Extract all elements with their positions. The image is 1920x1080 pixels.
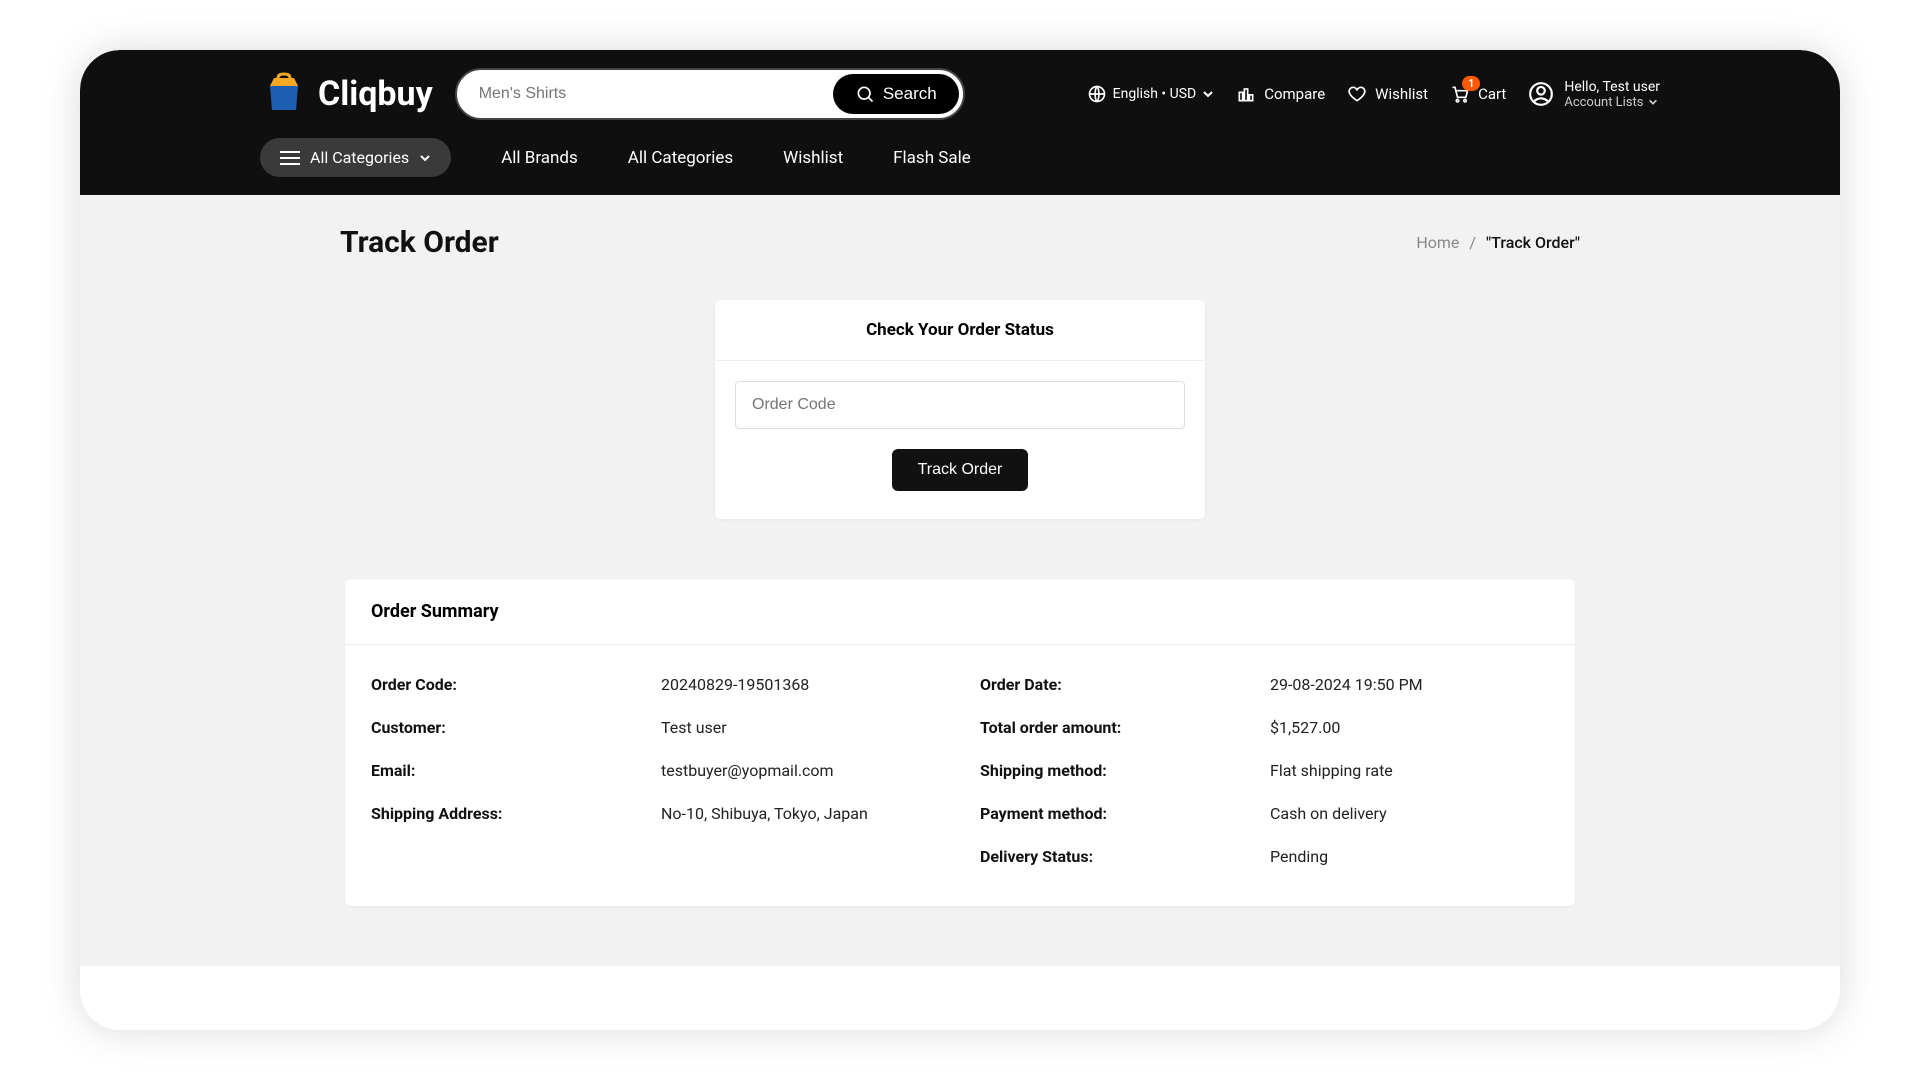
summary-value: testbuyer@yopmail.com [661, 761, 834, 780]
chevron-down-icon [1202, 88, 1214, 100]
summary-left-column: Order Code:20240829-19501368 Customer:Te… [371, 675, 940, 866]
breadcrumb-separator: / [1469, 233, 1476, 252]
heart-icon [1347, 84, 1367, 104]
globe-icon [1087, 84, 1107, 104]
search-icon [855, 84, 875, 104]
summary-label: Total order amount: [980, 718, 1270, 737]
summary-value: Flat shipping rate [1270, 761, 1393, 780]
summary-label: Order Code: [371, 675, 661, 694]
account-menu[interactable]: Hello, Test user Account Lists [1528, 79, 1660, 110]
summary-row: Shipping method:Flat shipping rate [980, 761, 1549, 780]
search-button[interactable]: Search [833, 74, 959, 114]
cart-link[interactable]: 1 Cart [1450, 84, 1506, 104]
summary-label: Customer: [371, 718, 661, 737]
account-sub-label: Account Lists [1564, 95, 1643, 110]
wishlist-label: Wishlist [1375, 85, 1428, 103]
compare-link[interactable]: Compare [1236, 84, 1325, 104]
language-selector[interactable]: English • USD [1087, 84, 1215, 104]
summary-value: Cash on delivery [1270, 804, 1387, 823]
summary-row: Customer:Test user [371, 718, 940, 737]
summary-value: Test user [661, 718, 727, 737]
track-order-button[interactable]: Track Order [892, 449, 1029, 491]
summary-value: $1,527.00 [1270, 718, 1340, 737]
nav-link-categories[interactable]: All Categories [628, 148, 733, 168]
summary-row: Email:testbuyer@yopmail.com [371, 761, 940, 780]
search-button-label: Search [883, 84, 937, 104]
summary-row: Payment method:Cash on delivery [980, 804, 1549, 823]
compare-label: Compare [1264, 85, 1325, 103]
nav-link-wishlist[interactable]: Wishlist [783, 148, 843, 168]
summary-label: Order Date: [980, 675, 1270, 694]
summary-label: Email: [371, 761, 661, 780]
summary-value: 20240829-19501368 [661, 675, 809, 694]
summary-label: Shipping method: [980, 761, 1270, 780]
breadcrumb-home[interactable]: Home [1416, 233, 1459, 252]
user-icon [1528, 81, 1554, 107]
summary-label: Payment method: [980, 804, 1270, 823]
summary-row: Shipping Address:No-10, Shibuya, Tokyo, … [371, 804, 940, 823]
header: Cliqbuy Search English • USD Compare Wis… [80, 50, 1840, 138]
breadcrumb-current: "Track Order" [1486, 233, 1580, 252]
nav-link-brands[interactable]: All Brands [501, 148, 578, 168]
order-summary-title: Order Summary [345, 579, 1575, 645]
nav-link-flashsale[interactable]: Flash Sale [893, 148, 971, 168]
page-title: Track Order [340, 225, 499, 260]
summary-value: No-10, Shibuya, Tokyo, Japan [661, 804, 868, 823]
summary-row: Order Date:29-08-2024 19:50 PM [980, 675, 1549, 694]
all-categories-label: All Categories [310, 148, 409, 167]
chevron-down-icon [419, 152, 431, 164]
account-greeting: Hello, Test user [1564, 79, 1660, 95]
breadcrumb: Home / "Track Order" [1416, 233, 1580, 252]
wishlist-link[interactable]: Wishlist [1347, 84, 1428, 104]
check-order-title: Check Your Order Status [715, 300, 1205, 361]
order-summary-card: Order Summary Order Code:20240829-195013… [345, 579, 1575, 906]
summary-row: Delivery Status:Pending [980, 847, 1549, 866]
cart-label: Cart [1478, 85, 1506, 103]
menu-icon [280, 150, 300, 166]
logo-text: Cliqbuy [318, 74, 433, 114]
summary-value: 29-08-2024 19:50 PM [1270, 675, 1423, 694]
summary-label: Delivery Status: [980, 847, 1270, 866]
search-bar: Search [455, 68, 965, 120]
summary-label: Shipping Address: [371, 804, 661, 823]
summary-row: Total order amount:$1,527.00 [980, 718, 1549, 737]
summary-right-column: Order Date:29-08-2024 19:50 PM Total ord… [980, 675, 1549, 866]
compare-icon [1236, 84, 1256, 104]
page-body: Track Order Home / "Track Order" Check Y… [80, 195, 1840, 966]
nav-bar: All Categories All Brands All Categories… [80, 138, 1840, 195]
chevron-down-icon [1648, 97, 1658, 107]
check-order-card: Check Your Order Status Track Order [715, 300, 1205, 519]
shopping-bag-icon [260, 70, 308, 118]
summary-row: Order Code:20240829-19501368 [371, 675, 940, 694]
all-categories-button[interactable]: All Categories [260, 138, 451, 177]
logo[interactable]: Cliqbuy [260, 70, 433, 118]
cart-badge: 1 [1462, 76, 1480, 91]
lang-text: English • USD [1113, 86, 1197, 102]
order-code-input[interactable] [735, 381, 1185, 429]
summary-value: Pending [1270, 847, 1328, 866]
search-input[interactable] [461, 75, 833, 113]
